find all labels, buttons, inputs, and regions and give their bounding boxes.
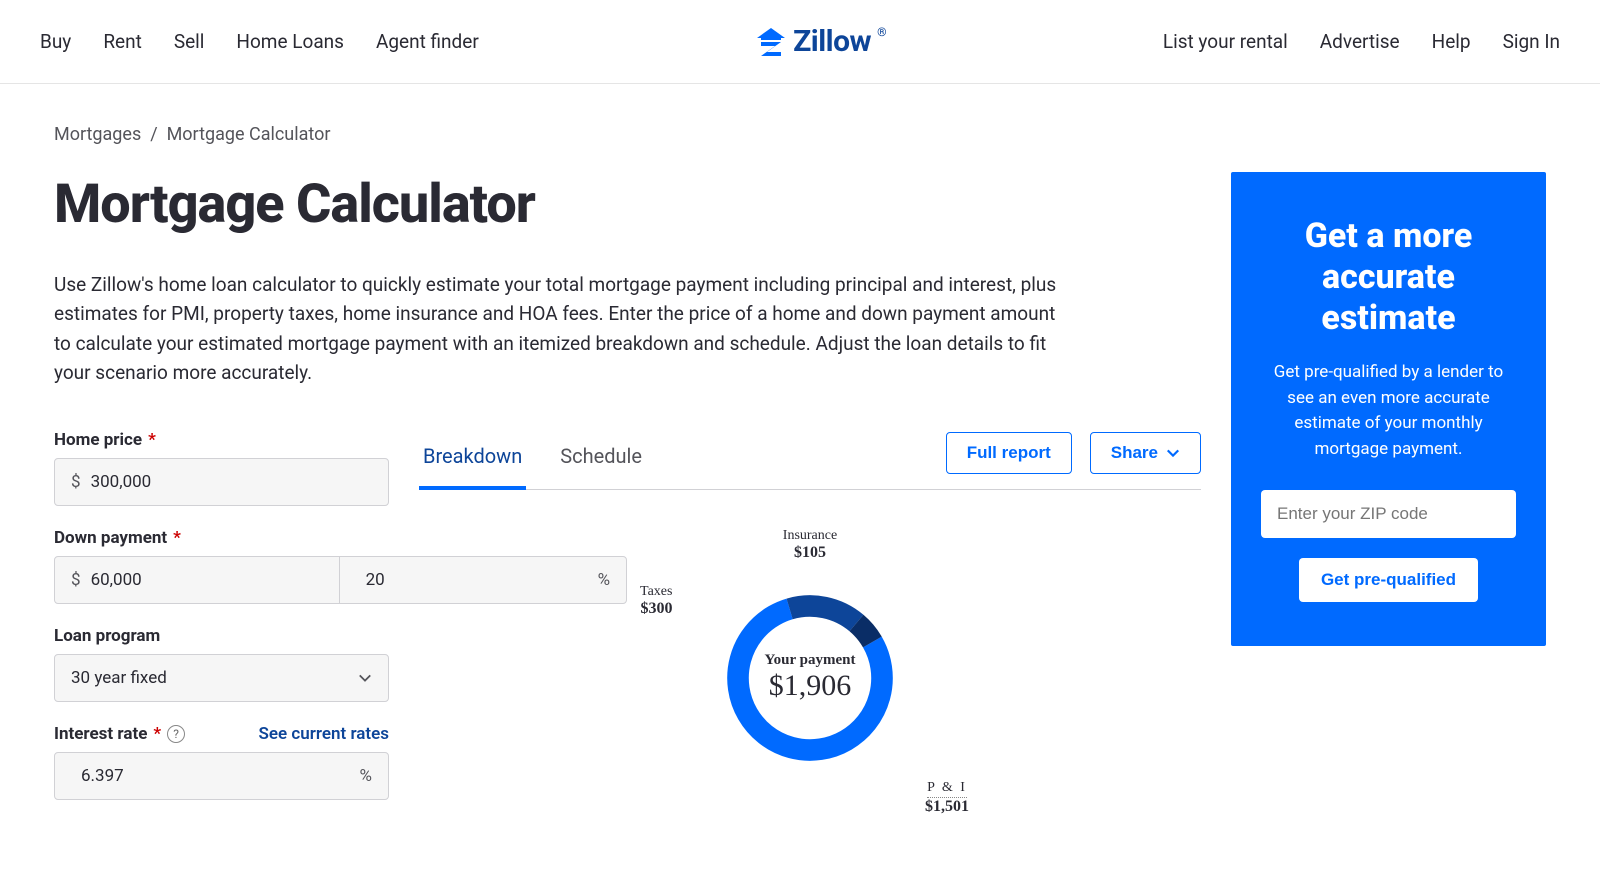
help-icon[interactable]: ?	[167, 725, 185, 743]
segment-taxes-value: $300	[640, 600, 672, 618]
nav-help[interactable]: Help	[1432, 30, 1471, 53]
top-nav: Buy Rent Sell Home Loans Agent finder Zi…	[0, 0, 1600, 84]
down-payment-label: Down payment	[54, 528, 167, 548]
tab-schedule[interactable]: Schedule	[556, 430, 646, 489]
nav-list-rental[interactable]: List your rental	[1163, 30, 1288, 53]
brand-name: Zillow	[793, 24, 871, 59]
share-button[interactable]: Share	[1090, 432, 1201, 474]
chevron-down-icon	[358, 671, 372, 685]
chevron-down-icon	[1166, 446, 1180, 460]
segment-taxes: Taxes $300	[640, 584, 672, 618]
payment-breakdown-chart: Your payment $1,906 Insurance $105 Taxes…	[419, 528, 1201, 828]
zip-code-input[interactable]	[1261, 490, 1516, 538]
home-price-value[interactable]	[81, 472, 372, 492]
brand-logo[interactable]: Zillow ®	[755, 24, 886, 59]
nav-rent[interactable]: Rent	[103, 30, 142, 53]
get-prequalified-button[interactable]: Get pre-qualified	[1299, 558, 1478, 602]
required-icon: *	[153, 724, 161, 744]
dollar-icon: $	[71, 570, 81, 590]
nav-advertise[interactable]: Advertise	[1320, 30, 1400, 53]
share-label: Share	[1111, 443, 1158, 463]
interest-rate-label: Interest rate	[54, 724, 147, 744]
trademark-icon: ®	[877, 25, 886, 39]
breadcrumb: Mortgages / Mortgage Calculator	[54, 124, 1201, 145]
zillow-logo-icon	[755, 26, 787, 58]
nav-right: List your rental Advertise Help Sign In	[1163, 30, 1560, 53]
home-price-input[interactable]: $	[54, 458, 389, 506]
full-report-button[interactable]: Full report	[946, 432, 1072, 474]
down-payment-amount-input[interactable]: $	[54, 556, 340, 604]
percent-icon: %	[360, 766, 372, 786]
intro-text: Use Zillow's home loan calculator to qui…	[54, 270, 1064, 388]
loan-program-value: 30 year fixed	[71, 668, 167, 688]
segment-pi-value: $1,501	[925, 798, 969, 816]
field-interest-rate: Interest rate * ? See current rates %	[54, 724, 389, 800]
segment-pi: P & I $1,501	[925, 778, 969, 816]
tab-breakdown[interactable]: Breakdown	[419, 430, 526, 490]
segment-insurance: Insurance $105	[783, 528, 837, 562]
nav-sell[interactable]: Sell	[174, 30, 205, 53]
field-home-price: Home price * $	[54, 430, 389, 506]
segment-pi-name: P & I	[927, 780, 967, 798]
down-payment-amount-value[interactable]	[81, 570, 323, 590]
loan-program-select[interactable]: 30 year fixed	[54, 654, 389, 702]
nav-buy[interactable]: Buy	[40, 30, 71, 53]
interest-rate-input[interactable]: %	[54, 752, 389, 800]
promo-body: Get pre-qualified by a lender to see an …	[1261, 360, 1516, 462]
segment-taxes-name: Taxes	[640, 584, 672, 600]
nav-sign-in[interactable]: Sign In	[1503, 30, 1560, 53]
segment-insurance-value: $105	[783, 544, 837, 562]
prequalify-promo: Get a more accurate estimate Get pre-qua…	[1231, 172, 1546, 646]
home-price-label: Home price	[54, 430, 142, 450]
breadcrumb-parent[interactable]: Mortgages	[54, 124, 141, 145]
output-tabs: Breakdown Schedule	[419, 430, 646, 489]
required-icon: *	[173, 528, 181, 548]
breadcrumb-sep: /	[150, 124, 157, 145]
segment-insurance-name: Insurance	[783, 528, 837, 544]
see-current-rates-link[interactable]: See current rates	[259, 724, 389, 744]
breadcrumb-current: Mortgage Calculator	[167, 124, 331, 145]
calculator-form: Home price * $ Down payment *	[54, 430, 389, 822]
page-title: Mortgage Calculator	[54, 173, 1201, 236]
promo-heading: Get a more accurate estimate	[1261, 216, 1516, 338]
interest-rate-value[interactable]	[71, 766, 360, 786]
field-loan-program: Loan program 30 year fixed	[54, 626, 389, 702]
field-down-payment: Down payment * $ %	[54, 528, 389, 604]
nav-home-loans[interactable]: Home Loans	[236, 30, 344, 53]
calculator-output: Breakdown Schedule Full report Share	[419, 430, 1201, 828]
dollar-icon: $	[71, 472, 81, 492]
payment-center-value: $1,906	[765, 669, 856, 703]
nav-left: Buy Rent Sell Home Loans Agent finder	[40, 30, 479, 53]
required-icon: *	[148, 430, 156, 450]
loan-program-label: Loan program	[54, 626, 160, 646]
nav-agent-finder[interactable]: Agent finder	[376, 30, 479, 53]
payment-center-label: Your payment	[765, 652, 856, 669]
